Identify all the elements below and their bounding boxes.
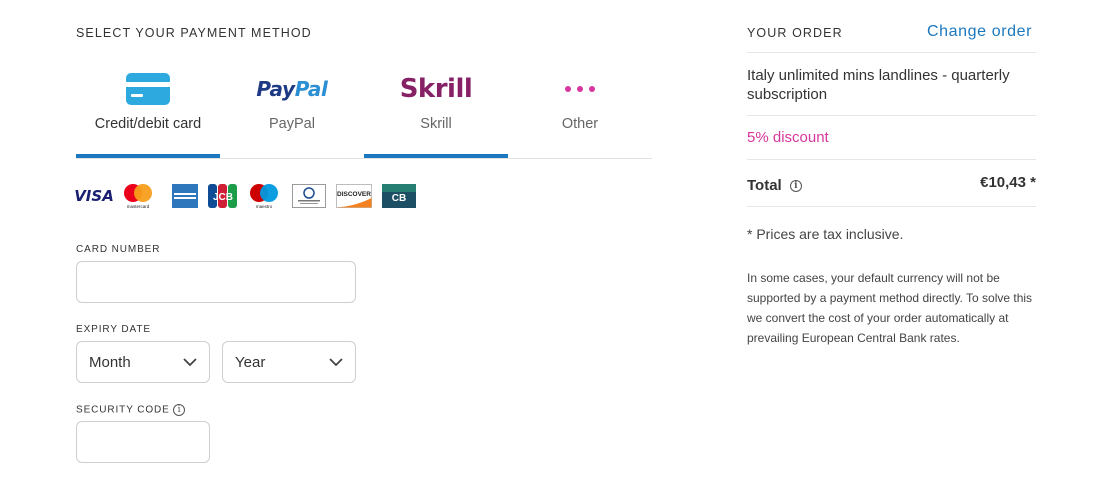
- total-value: €10,43 *: [980, 174, 1036, 191]
- info-icon[interactable]: i: [789, 180, 802, 193]
- tab-paypal[interactable]: PayPal PayPal: [220, 60, 364, 157]
- skrill-logo: Skrill: [399, 74, 473, 104]
- tax-note: * Prices are tax inclusive.: [747, 226, 904, 242]
- svg-text:JCB: JCB: [213, 192, 233, 203]
- chevron-down-icon: [329, 357, 343, 366]
- expiry-month-select[interactable]: Month: [76, 341, 210, 383]
- divider: [747, 115, 1036, 116]
- security-code-label: SECURITY CODE i: [76, 404, 186, 416]
- svg-text:maestro: maestro: [256, 204, 273, 209]
- credit-card-icon: [76, 72, 220, 106]
- tab-skrill[interactable]: Skrill Skrill: [364, 60, 508, 158]
- info-icon[interactable]: i: [173, 404, 186, 416]
- payment-method-tabs: Credit/debit card PayPal PayPal Skrill S…: [76, 60, 652, 159]
- card-number-field[interactable]: [76, 261, 356, 303]
- diners-club-icon: [292, 182, 326, 210]
- expiry-year-value: Year: [235, 353, 266, 371]
- svg-text:mastercard: mastercard: [127, 204, 150, 209]
- expiry-date-label: EXPIRY DATE: [76, 324, 151, 335]
- tab-credit-debit-card[interactable]: Credit/debit card: [76, 60, 220, 158]
- svg-text:CB: CB: [392, 193, 406, 204]
- tab-label-other: Other: [561, 116, 599, 132]
- divider: [747, 52, 1036, 53]
- discount-text: 5% discount: [747, 129, 829, 146]
- currency-note: In some cases, your default currency wil…: [747, 271, 1033, 345]
- paypal-logo: PayPal: [256, 77, 328, 101]
- payment-section-title: SELECT YOUR PAYMENT METHOD: [76, 26, 312, 40]
- tab-other[interactable]: Other: [508, 60, 652, 157]
- total-label: Total i: [747, 177, 802, 194]
- chevron-down-icon: [183, 357, 197, 366]
- more-dots-icon: [508, 72, 652, 106]
- american-express-icon: [172, 182, 198, 210]
- maestro-icon: maestro: [248, 182, 280, 210]
- card-number-label: CARD NUMBER: [76, 244, 161, 255]
- jcb-icon: JCB: [208, 182, 238, 210]
- tab-label-card: Credit/debit card: [94, 116, 202, 132]
- discover-icon: DISCOVER: [336, 182, 372, 210]
- tab-label-paypal: PayPal: [269, 116, 315, 132]
- change-order-link[interactable]: Change order: [927, 23, 1032, 41]
- divider: [747, 159, 1036, 160]
- accepted-cards: VISA mastercard JCB maestro DISCOVER CB: [74, 182, 426, 210]
- expiry-year-select[interactable]: Year: [222, 341, 356, 383]
- svg-text:DISCOVER: DISCOVER: [337, 191, 371, 198]
- security-code-field[interactable]: [76, 421, 210, 463]
- divider: [747, 206, 1036, 207]
- expiry-month-value: Month: [89, 353, 131, 371]
- order-product: Italy unlimited mins landlines - quarter…: [747, 67, 1010, 103]
- cb-card-icon: CB: [382, 182, 416, 210]
- tab-label-skrill: Skrill: [420, 116, 452, 132]
- mastercard-icon: mastercard: [122, 182, 154, 210]
- visa-icon: VISA: [74, 187, 114, 205]
